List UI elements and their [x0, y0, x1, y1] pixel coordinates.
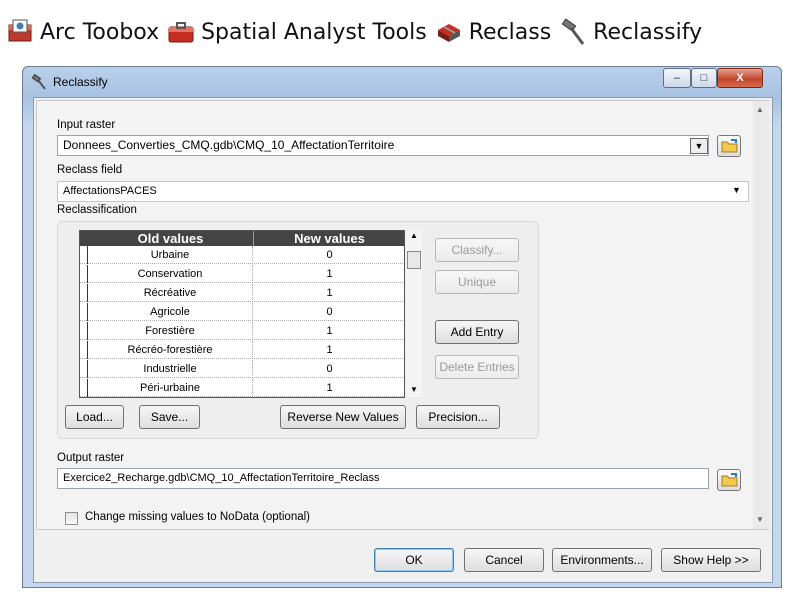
table-row[interactable]: Péri-urbaine 1	[80, 379, 404, 397]
new-value-cell[interactable]: 1	[254, 322, 404, 340]
toolbox-icon	[167, 18, 195, 46]
reclassify-window: Reclassify – □ X Input raster Donnees_Co…	[22, 66, 782, 588]
hammer-icon	[559, 18, 587, 46]
dialog-client: Input raster Donnees_Converties_CMQ.gdb\…	[33, 97, 773, 583]
breadcrumb: Arc Toobox Spatial Analyst Tools Reclass…	[6, 12, 710, 52]
open-folder-icon	[721, 473, 738, 487]
reclass-field-select[interactable]: AffectationsPACES	[57, 181, 749, 202]
old-value-cell[interactable]: Agricole	[88, 303, 253, 321]
maximize-button[interactable]: □	[691, 68, 717, 88]
column-header-old: Old values	[137, 231, 204, 246]
ok-button[interactable]: OK	[374, 548, 454, 572]
old-value-cell[interactable]: Industrielle	[88, 360, 253, 378]
chevron-down-icon[interactable]: ▼	[732, 185, 741, 195]
precision-button[interactable]: Precision...	[416, 405, 500, 429]
breadcrumb-label: Reclass	[468, 19, 552, 45]
environments-button[interactable]: Environments...	[552, 548, 652, 572]
new-value-cell[interactable]: 0	[254, 360, 404, 378]
scroll-down-icon[interactable]: ▼	[756, 515, 764, 524]
delete-entries-button[interactable]: Delete Entries	[435, 355, 519, 379]
nodata-checkbox[interactable]	[65, 512, 78, 525]
browse-input-button[interactable]	[717, 135, 741, 157]
show-help-button[interactable]: Show Help >>	[661, 548, 761, 572]
breadcrumb-item-reclass[interactable]: Reclass	[435, 18, 551, 46]
table-row[interactable]: Forestière 1	[80, 322, 404, 340]
column-header-new: New values	[253, 231, 404, 246]
hammer-icon	[31, 73, 47, 90]
old-value-cell[interactable]: Péri-urbaine	[88, 379, 253, 397]
old-value-cell[interactable]: Forestière	[88, 322, 253, 340]
reclass-field-label: Reclass field	[57, 164, 123, 176]
panel-scrollbar[interactable]: ▲ ▼	[753, 101, 769, 529]
scroll-thumb[interactable]	[407, 251, 421, 269]
browse-output-button[interactable]	[717, 469, 741, 491]
new-value-cell[interactable]: 1	[254, 265, 404, 283]
scroll-down-icon[interactable]: ▼	[410, 385, 418, 394]
table-row[interactable]: Industrielle 0	[80, 360, 404, 378]
load-button[interactable]: Load...	[65, 405, 124, 429]
table-row[interactable]: Récréative 1	[80, 284, 404, 302]
window-title: Reclassify	[53, 75, 108, 89]
table-row[interactable]: Récréo-forestière 1	[80, 341, 404, 359]
table-row[interactable]: Conservation 1	[80, 265, 404, 283]
old-value-cell[interactable]: Récréo-forestière	[88, 341, 253, 359]
new-value-cell[interactable]: 1	[254, 341, 404, 359]
input-raster-field[interactable]: Donnees_Converties_CMQ.gdb\CMQ_10_Affect…	[57, 135, 709, 156]
close-button[interactable]: X	[717, 68, 763, 88]
toolset-icon	[435, 18, 463, 46]
title-bar[interactable]: Reclassify – □ X	[23, 67, 781, 97]
reclassification-label: Reclassification	[57, 204, 137, 216]
save-button[interactable]: Save...	[139, 405, 200, 429]
input-raster-label: Input raster	[57, 119, 116, 131]
arctoolbox-icon	[6, 18, 34, 46]
nodata-checkbox-label: Change missing values to NoData (optiona…	[85, 511, 311, 523]
add-entry-button[interactable]: Add Entry	[435, 320, 519, 344]
old-value-cell[interactable]: Urbaine	[88, 246, 253, 264]
breadcrumb-item-arctoolbox[interactable]: Arc Toobox	[6, 18, 159, 46]
table-scrollbar[interactable]: ▲ ▼	[406, 231, 422, 397]
table-row[interactable]: Urbaine 0	[80, 246, 404, 264]
reverse-new-values-button[interactable]: Reverse New Values	[280, 405, 406, 429]
old-value-cell[interactable]: Récréative	[88, 284, 253, 302]
output-raster-field[interactable]: Exercice2_Recharge.gdb\CMQ_10_Affectatio…	[57, 468, 709, 489]
scroll-up-icon[interactable]: ▲	[410, 231, 418, 240]
breadcrumb-item-spatial-analyst[interactable]: Spatial Analyst Tools	[167, 18, 427, 46]
new-value-cell[interactable]: 0	[254, 246, 404, 264]
breadcrumb-label: Reclassify	[593, 19, 703, 45]
table-row[interactable]: Agricole 0	[80, 303, 404, 321]
classify-button[interactable]: Classify...	[435, 238, 519, 262]
cancel-button[interactable]: Cancel	[464, 548, 544, 572]
breadcrumb-item-reclassify[interactable]: Reclassify	[559, 18, 702, 46]
table-header: Old values New values	[80, 231, 404, 246]
open-folder-icon	[721, 139, 738, 153]
new-value-cell[interactable]: 1	[254, 284, 404, 302]
chevron-down-icon[interactable]: ▼	[690, 138, 708, 154]
breadcrumb-label: Arc Toobox	[40, 19, 160, 45]
new-value-cell[interactable]: 1	[254, 379, 404, 397]
unique-button[interactable]: Unique	[435, 270, 519, 294]
parameters-panel: Input raster Donnees_Converties_CMQ.gdb\…	[36, 100, 769, 530]
minimize-button[interactable]: –	[663, 68, 691, 88]
reclassification-group: Old values New values Urbaine 0 Conservat…	[57, 221, 539, 439]
output-raster-label: Output raster	[57, 452, 125, 464]
reclass-table: Old values New values Urbaine 0 Conservat…	[79, 230, 405, 398]
breadcrumb-label: Spatial Analyst Tools	[201, 19, 427, 45]
scroll-up-icon[interactable]: ▲	[756, 105, 764, 114]
old-value-cell[interactable]: Conservation	[88, 265, 253, 283]
new-value-cell[interactable]: 0	[254, 303, 404, 321]
